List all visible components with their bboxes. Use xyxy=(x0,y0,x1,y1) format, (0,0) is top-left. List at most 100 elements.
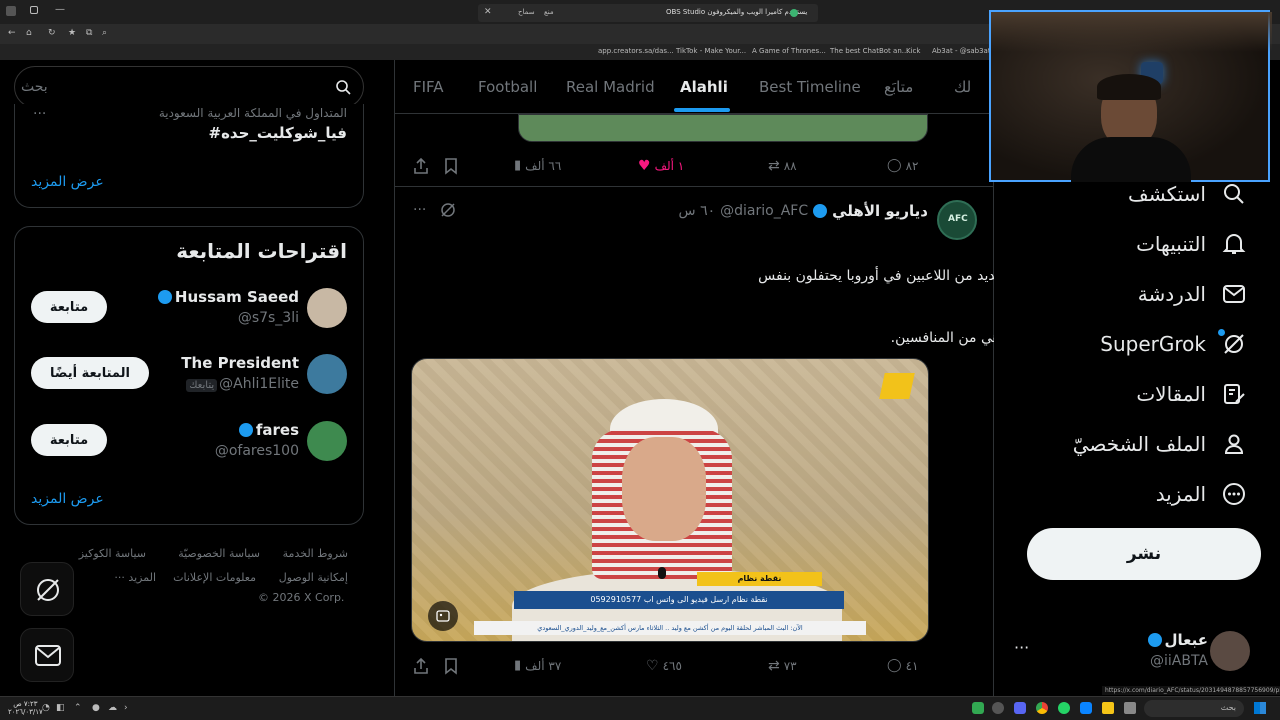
home-icon[interactable]: ⌂ xyxy=(26,28,32,38)
grok-small-icon[interactable] xyxy=(440,202,456,218)
tab-real-madrid[interactable]: Real Madrid xyxy=(566,78,655,96)
app-icon[interactable] xyxy=(972,702,984,714)
tweet-more-icon[interactable]: ··· xyxy=(413,202,426,218)
footer-ads-info-link[interactable]: معلومات الإعلانات xyxy=(173,571,256,584)
nav-chat[interactable]: الدردشة xyxy=(1138,282,1246,306)
bookmark-icon[interactable] xyxy=(443,657,459,675)
window-menu-icon[interactable] xyxy=(6,6,16,16)
start-icon[interactable] xyxy=(1254,702,1266,714)
taskbar-search[interactable]: بحث xyxy=(1144,700,1244,717)
app-icon[interactable] xyxy=(992,702,1004,714)
streamer-hair xyxy=(1097,74,1161,100)
presenter-face xyxy=(622,437,706,541)
tab-for-you[interactable]: لك xyxy=(954,78,971,96)
footer-terms-link[interactable]: شروط الخدمة xyxy=(283,547,348,560)
tab-following[interactable]: متابَع xyxy=(884,78,913,96)
whatsapp-icon[interactable] xyxy=(1058,702,1070,714)
footer-more-link[interactable]: ··· المزيد xyxy=(114,571,156,584)
nav-articles[interactable]: المقالات xyxy=(1136,382,1246,406)
nav-profile[interactable]: الملف الشخصيّ xyxy=(1073,432,1246,456)
following-button[interactable]: المتابعة أيضًا xyxy=(31,357,149,389)
nav-more[interactable]: المزيد xyxy=(1156,482,1246,506)
suggestion-name[interactable]: The President xyxy=(181,354,299,372)
bookmark-item[interactable]: A Game of Thrones... xyxy=(752,47,826,55)
avatar[interactable] xyxy=(307,288,347,328)
extension-icon[interactable]: ⧉ xyxy=(86,28,92,38)
trends-card: المتداول في المملكة العربية السعودية ···… xyxy=(14,104,364,208)
share-icon[interactable] xyxy=(412,657,430,675)
tray-up-icon[interactable]: ⌃ xyxy=(74,703,82,713)
replies-count[interactable]: ◯ ٨٢ xyxy=(887,158,918,173)
tweet-time[interactable]: ٦٠ س xyxy=(679,203,716,219)
account-switcher[interactable]: ··· عبعال @iiABTA xyxy=(1010,626,1260,678)
avatar[interactable] xyxy=(307,354,347,394)
close-banner-icon[interactable]: ✕ xyxy=(484,7,492,17)
bookmark-item[interactable]: TikTok - Make Your... xyxy=(676,47,746,55)
tab-best-timeline[interactable]: Best Timeline xyxy=(759,78,861,96)
tweet-author[interactable]: دياريو الأهلي xyxy=(832,202,928,220)
reload-icon[interactable]: ↻ xyxy=(48,28,56,38)
bookmark-icon[interactable] xyxy=(443,157,459,175)
follow-button[interactable]: متابعة xyxy=(31,424,107,456)
app-icon[interactable] xyxy=(1080,702,1092,714)
tab-football[interactable]: Football xyxy=(478,78,537,96)
footer-accessibility-link[interactable]: إمكانية الوصول xyxy=(279,571,348,584)
footer-cookies-link[interactable]: سياسة الكوكيز xyxy=(79,547,146,560)
suggestion-handle: يتابعك @Ahli1Elite xyxy=(186,376,299,392)
obs-share-button[interactable]: سماح xyxy=(518,8,535,16)
follow-button[interactable]: متابعة xyxy=(31,291,107,323)
bookmark-star-icon[interactable]: ★ xyxy=(68,28,76,38)
grok-image-button[interactable] xyxy=(428,601,458,631)
taskbar-clock[interactable]: ٧:٢٣ ص ٢٠٢٦/٠٣/١٧ xyxy=(8,700,43,716)
tray-arrow-icon[interactable]: › xyxy=(124,703,128,713)
tab-alahli[interactable]: Alahli xyxy=(680,78,728,96)
obs-stop-button[interactable]: منع xyxy=(544,8,554,16)
window-restore-icon[interactable] xyxy=(30,6,38,14)
retweets-count[interactable]: ⇄ ٧٣ xyxy=(768,658,797,674)
avatar[interactable] xyxy=(307,421,347,461)
prev-tweet-media[interactable] xyxy=(518,114,928,142)
likes-count[interactable]: ♡ ٤٦٥ xyxy=(646,658,682,674)
grok-button[interactable] xyxy=(20,562,74,616)
tab-fifa[interactable]: FIFA xyxy=(413,78,444,96)
account-more-icon[interactable]: ··· xyxy=(1014,638,1029,657)
retweets-count[interactable]: ⇄ ٨٨ xyxy=(768,158,797,174)
nav-supergrok[interactable]: SuperGrok xyxy=(1100,332,1246,356)
messages-button[interactable] xyxy=(20,628,74,682)
tweet-handle[interactable]: @diario_AFC xyxy=(720,203,808,219)
window-minimize-icon[interactable]: — xyxy=(55,4,65,15)
explorer-icon[interactable] xyxy=(1102,702,1114,714)
search-box[interactable]: بحث xyxy=(14,66,364,108)
nav-notifications[interactable]: التنبيهات xyxy=(1136,232,1246,256)
suggestions-show-more[interactable]: عرض المزيد xyxy=(31,491,104,507)
post-button[interactable]: نشر xyxy=(1027,528,1261,580)
suggestion-name[interactable]: fares xyxy=(238,421,299,439)
chrome-icon[interactable] xyxy=(1036,702,1048,714)
likes-count[interactable]: ♥ ١ ألف xyxy=(638,158,684,174)
nav-explore[interactable]: استكشف xyxy=(1128,182,1246,206)
tray-mic-icon[interactable]: ● xyxy=(92,703,100,713)
footer-privacy-link[interactable]: سياسة الخصوصيّة xyxy=(178,547,260,560)
replies-count[interactable]: ◯ ٤١ xyxy=(887,658,918,673)
tweet-header: ٦٠ س @diario_AFC دياريو الأهلي xyxy=(679,202,928,220)
bookmark-item[interactable]: app.creators.sa/das... xyxy=(598,47,674,55)
views-count[interactable]: ▮ ٦٦ ألف xyxy=(514,158,561,173)
trends-show-more[interactable]: عرض المزيد xyxy=(31,174,104,190)
discord-icon[interactable] xyxy=(1014,702,1026,714)
trend-more-icon[interactable]: ··· xyxy=(33,106,46,122)
taskbar-search-placeholder: بحث xyxy=(1220,703,1236,712)
back-icon[interactable]: ← xyxy=(8,28,16,38)
trend-tag[interactable]: #فيا_شوكليت_حده xyxy=(209,124,348,142)
tweet-video[interactable]: نقطة نظام نقطة نظام ارسل فيديو الى واتس … xyxy=(411,358,929,642)
bookmark-item[interactable]: The best ChatBot an... xyxy=(830,47,908,55)
volume-icon[interactable]: ◧ xyxy=(56,703,65,713)
bookmark-item[interactable]: Kick xyxy=(906,47,920,55)
tray-cloud-icon[interactable]: ☁ xyxy=(108,703,117,713)
search-small-icon[interactable]: ⌕ xyxy=(102,28,107,38)
app-icon[interactable] xyxy=(1124,702,1136,714)
suggestion-name[interactable]: Hussam Saeed xyxy=(157,288,299,306)
share-icon[interactable] xyxy=(412,157,430,175)
views-count[interactable]: ▮ ٣٧ ألف xyxy=(514,658,561,673)
reply-icon: ◯ xyxy=(887,158,902,173)
wifi-icon[interactable]: ◔ xyxy=(42,703,50,713)
